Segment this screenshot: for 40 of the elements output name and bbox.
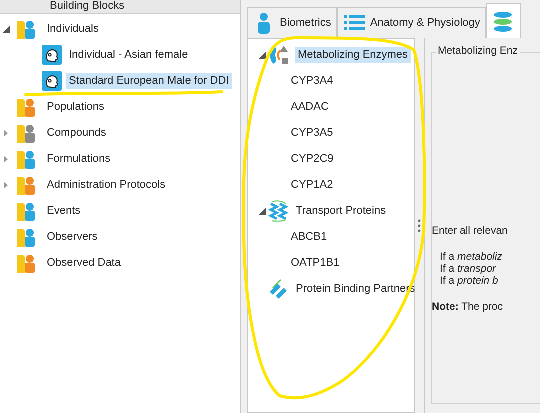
tree-item[interactable]: Events [44, 203, 84, 219]
tree-item[interactable]: Observers [44, 229, 101, 245]
description-line: If a protein b [440, 275, 500, 287]
folder-icon [16, 174, 38, 196]
tree-item[interactable]: Formulations [44, 151, 114, 167]
tree-item[interactable]: Observed Data [44, 255, 124, 271]
folder-icon [16, 252, 38, 274]
folder-icon [16, 96, 38, 118]
tab[interactable]: Biometrics [247, 7, 338, 38]
tree-item[interactable]: Administration Protocols [44, 177, 169, 193]
tree-item[interactable]: ABCB1 [288, 229, 330, 245]
tree-item[interactable]: CYP1A2 [288, 177, 336, 193]
group-title: Metabolizing Enz [436, 45, 520, 57]
tree-item[interactable]: Transport Proteins [293, 203, 390, 219]
folder-icon [16, 122, 38, 144]
tree-item[interactable]: CYP3A4 [288, 73, 336, 89]
tab[interactable]: Anatomy & Physiology [337, 7, 486, 38]
description-line: If a metaboliz [440, 251, 504, 263]
tree-item[interactable]: CYP2C9 [288, 151, 337, 167]
tree-item[interactable]: Metabolizing Enzymes [295, 47, 412, 63]
panel-title: Building Blocks [0, 0, 240, 14]
tree-item[interactable]: CYP3A5 [288, 125, 336, 141]
head-icon [42, 45, 62, 65]
folder-icon [16, 226, 38, 248]
tree-item[interactable]: Individuals [44, 21, 102, 37]
tree-item[interactable]: Standard European Male for DDI [66, 73, 232, 89]
tree-item[interactable]: Individual - Asian female [66, 47, 192, 63]
tree-item[interactable]: Populations [44, 99, 108, 115]
folder-icon [16, 18, 38, 40]
tree-item[interactable]: AADAC [288, 99, 332, 115]
description-text: Enter all relevan [432, 225, 509, 237]
folder-icon [16, 148, 38, 170]
folder-icon [16, 200, 38, 222]
splitter-handle-icon[interactable] [418, 218, 421, 232]
tab[interactable] [486, 3, 522, 38]
note-text: Note: The proc [432, 301, 504, 313]
head-icon [42, 71, 62, 91]
tree-item[interactable]: Compounds [44, 125, 110, 141]
tree-item[interactable]: OATP1B1 [288, 255, 343, 271]
description-line: If a transpor [440, 263, 498, 275]
